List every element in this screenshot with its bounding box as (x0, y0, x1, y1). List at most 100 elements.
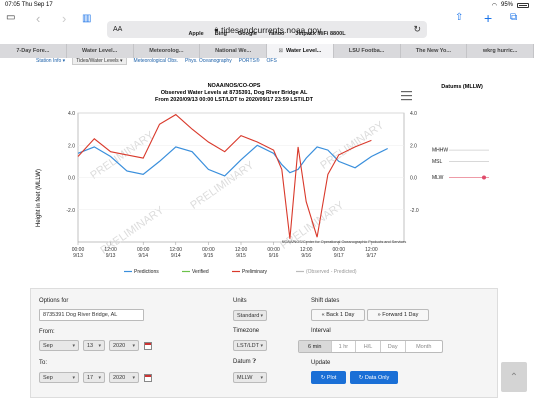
back-icon[interactable]: ‹ (36, 12, 40, 25)
x-tick-label-date: 9/14 (171, 253, 181, 259)
close-tab-icon[interactable]: ⊠ (278, 48, 283, 54)
y-tick-label: 4.0 (68, 111, 75, 117)
to-day-select[interactable]: 17 (83, 372, 105, 383)
datum-label-msl: MSL (432, 159, 443, 165)
chart-credit: NOAA/NOS/Center for Operational Oceanogr… (282, 240, 407, 244)
shift-dates-label: Shift dates (311, 298, 340, 304)
y-tick-label-right: 0.0 (410, 176, 417, 182)
calendar-icon[interactable] (144, 374, 152, 382)
interval-6min[interactable]: 6 min (299, 341, 332, 352)
x-tick-label-date: 9/17 (334, 253, 344, 259)
station-input[interactable]: 8735391 Dog River Bridge, AL (39, 309, 144, 321)
status-time: 07:05 (5, 2, 21, 8)
to-label: To: (39, 360, 48, 366)
plot-button[interactable]: ↻ Plot (311, 371, 346, 384)
nav-meteorological[interactable]: Meteorological Obs. (134, 58, 178, 65)
nav-ports[interactable]: PORTS® (239, 58, 260, 65)
to-month-select[interactable]: Sep (39, 372, 79, 383)
nav-tides-water-levels[interactable]: Tides/Water Levels ▾ (72, 58, 127, 65)
browser-tab[interactable]: LSU Footba... (334, 44, 401, 58)
from-day-select[interactable]: 13 (83, 340, 105, 351)
browser-tab[interactable]: wkrg hurric... (467, 44, 534, 58)
datum-label-mhhw: MHHW (432, 148, 448, 154)
interval-month[interactable]: Month (406, 341, 442, 352)
interval-day[interactable]: Day (381, 341, 406, 352)
browser-tab[interactable]: Water Level... (67, 44, 134, 58)
y-tick-label: 0.0 (68, 176, 75, 182)
update-label: Update (311, 360, 331, 366)
bookmark-item[interactable]: Yahoo (268, 31, 285, 41)
from-label: From: (39, 329, 55, 335)
browser-tab[interactable]: Meteorolog... (134, 44, 201, 58)
battery-icon (517, 2, 529, 8)
tab-strip: 7-Day Fore... Water Level... Meteorolog.… (0, 44, 534, 58)
bookmark-item[interactable]: Google (238, 31, 257, 41)
bookmarks-icon[interactable]: ▥ (82, 14, 91, 24)
forward-icon[interactable]: › (62, 12, 66, 25)
to-year-select[interactable]: 2020 (109, 372, 139, 383)
from-year-select[interactable]: 2020 (109, 340, 139, 351)
interval-1hr[interactable]: 1 hr (332, 341, 357, 352)
datum-label-mlw: MLW (432, 175, 444, 181)
chart-title-3: From 2020/09/13 00:00 LST/LDT to 2020/09… (155, 97, 314, 103)
x-tick-label-date: 9/13 (73, 253, 83, 259)
status-bar: 07:05 Thu Sep 17 ◠ 95% (0, 0, 534, 10)
back-1-day-button[interactable]: « Back 1 Day (311, 309, 365, 321)
tabs-overview-icon[interactable]: ⧉ (510, 13, 517, 23)
y-tick-label: 2.0 (68, 143, 75, 149)
battery-level: 95% (500, 2, 513, 8)
help-icon[interactable]: ❓︎ (252, 359, 256, 365)
options-for-label: Options for (39, 298, 69, 304)
x-tick-label-date: 9/16 (269, 253, 279, 259)
x-tick-label-date: 9/15 (236, 253, 246, 259)
y-tick-label-right: 4.0 (410, 111, 417, 117)
nav-station-info[interactable]: Station Info ▾ (36, 58, 65, 65)
x-tick-label-date: 9/14 (138, 253, 148, 259)
chart-title-2: Observed Water Levels at 8735391, Dog Ri… (161, 90, 308, 96)
interval-hl[interactable]: H/L (356, 341, 381, 352)
chevron-up-icon: ⌃ (509, 371, 519, 383)
forward-1-day-button[interactable]: » Forward 1 Day (367, 309, 429, 321)
sidebar-icon[interactable]: ▭ (6, 13, 15, 23)
new-tab-icon[interactable]: + (484, 11, 492, 25)
legend-item: Verified (192, 269, 209, 275)
wifi-icon: ◠ (491, 2, 497, 9)
interval-selector: 6 min 1 hr H/L Day Month (298, 340, 443, 353)
browser-tab[interactable]: National We... (200, 44, 267, 58)
legend-item: Preliminary (242, 269, 268, 275)
calendar-icon[interactable] (144, 342, 152, 350)
bookmark-item[interactable]: Bing (215, 31, 227, 41)
share-icon[interactable]: ⇧ (455, 13, 463, 23)
datums-title: Datums (MLLW) (441, 84, 483, 90)
x-tick-label-date: 9/15 (204, 253, 214, 259)
interval-label: Interval (311, 328, 331, 334)
bookmark-item[interactable]: Jetpack MiFi 8800L (295, 31, 345, 41)
y-tick-label: -2.0 (66, 208, 75, 214)
options-panel: Options for 8735391 Dog River Bridge, AL… (30, 288, 498, 398)
units-label: Units (233, 298, 247, 304)
chart-svg: NOAA/NOS/CO-OPS Observed Water Levels at… (36, 83, 489, 275)
scroll-to-top-button[interactable]: ⌃ (501, 362, 527, 392)
bookmark-item[interactable]: Apple (188, 31, 203, 41)
data-only-button[interactable]: ↻ Data Only (350, 371, 398, 384)
from-month-select[interactable]: Sep (39, 340, 79, 351)
menu-icon[interactable] (401, 91, 412, 101)
browser-toolbar: ▭ ‹ › ▥ AA 🔒︎ tidesandcurrents.noaa.gov … (0, 10, 534, 38)
datum-label: Datum (233, 359, 251, 365)
y-tick-label-right: -2.0 (410, 208, 419, 214)
x-tick-label-date: 9/13 (106, 253, 116, 259)
bookmarks-bar: Apple Bing Google Yahoo Jetpack MiFi 880… (0, 31, 534, 41)
timezone-select[interactable]: LST/LDT (233, 340, 267, 351)
nav-ofs[interactable]: OFS (267, 58, 277, 65)
nav-phys-oceanography[interactable]: Phys. Oceanography (185, 58, 232, 65)
browser-tab[interactable]: 7-Day Fore... (0, 44, 67, 58)
status-date: Thu Sep 17 (21, 2, 53, 8)
water-level-chart: NOAA/NOS/CO-OPS Observed Water Levels at… (34, 78, 504, 280)
browser-tab[interactable]: The New Yo... (401, 44, 468, 58)
y-axis-label: Height in feet (MLLW) (36, 169, 42, 227)
legend-item: Predictions (134, 269, 159, 275)
datum-select[interactable]: MLLW (233, 372, 267, 383)
browser-tab-active[interactable]: ⊠ Water Level... (267, 44, 334, 58)
units-select[interactable]: Standard (233, 310, 267, 321)
x-tick-label-date: 9/17 (367, 253, 377, 259)
